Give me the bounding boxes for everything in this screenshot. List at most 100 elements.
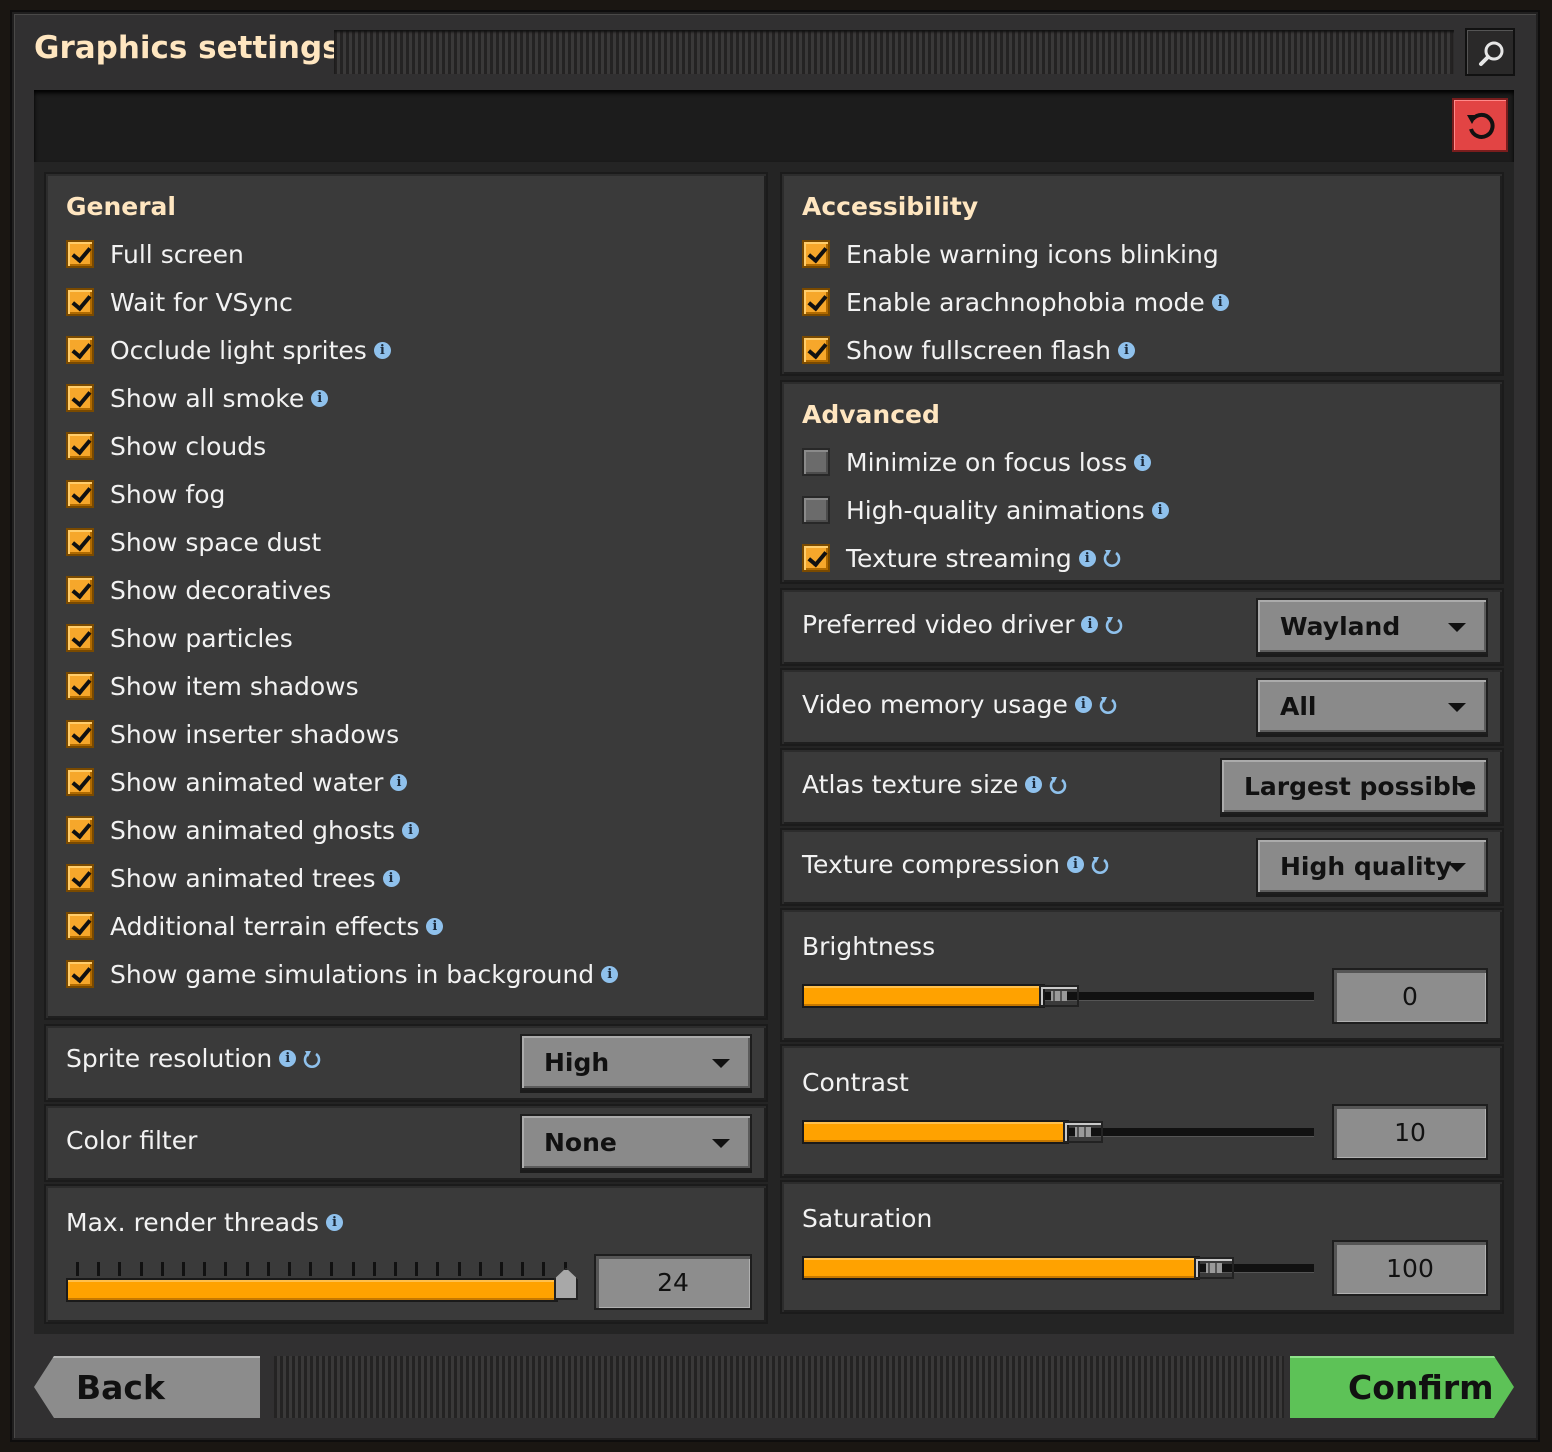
checkbox[interactable] [66,432,94,460]
info-icon[interactable]: i [1151,501,1169,519]
video-memory-label: Video memory usage i [802,690,1118,719]
info-icon[interactable]: i [1134,453,1152,471]
back-button[interactable]: Back [34,1356,260,1418]
info-icon[interactable]: i [1211,293,1229,311]
info-icon[interactable]: i [601,965,619,983]
title-drag-handle[interactable] [334,30,1454,74]
checkbox[interactable] [802,240,830,268]
contrast-input[interactable]: 10 [1332,1104,1488,1160]
saturation-slider-handle[interactable] [1194,1257,1234,1279]
checkbox-label: Show fog [110,479,226,509]
checkbox[interactable] [66,720,94,748]
advanced-heading: Advanced [802,400,940,429]
slider-tick [436,1262,440,1276]
contrast-row: Contrast 10 [782,1046,1502,1176]
checkbox-row-show-fullscreen-flash[interactable]: Show fullscreen flash i [802,330,1135,370]
checkbox-row-show-animated-trees[interactable]: Show animated trees i [66,858,400,898]
checkbox[interactable] [66,480,94,508]
info-icon[interactable]: i [1081,616,1099,633]
checkbox[interactable] [802,496,830,524]
search-button[interactable] [1465,28,1515,76]
checkbox-row-show-decoratives[interactable]: Show decoratives [66,570,331,610]
info-icon[interactable]: i [426,917,444,935]
checkbox-row-show-animated-water[interactable]: Show animated water i [66,762,408,802]
sprite-resolution-dropdown[interactable]: High [520,1034,752,1090]
confirm-button[interactable]: Confirm [1290,1356,1514,1418]
checkbox-row-minimize-on-focus-loss[interactable]: Minimize on focus loss i [802,442,1152,482]
render-threads-input[interactable]: 24 [594,1254,752,1310]
info-icon[interactable]: i [1066,856,1084,873]
checkbox-row-occlude-light-sprites[interactable]: Occlude light sprites i [66,330,391,370]
checkbox[interactable] [66,624,94,652]
checkbox-row-enable-arachnophobia-mode[interactable]: Enable arachnophobia mode i [802,282,1229,322]
checkbox-row-show-item-shadows[interactable]: Show item shadows [66,666,359,706]
info-icon[interactable]: i [1117,341,1135,359]
checkbox-row-show-inserter-shadows[interactable]: Show inserter shadows [66,714,399,754]
checkbox[interactable] [66,240,94,268]
info-icon[interactable]: i [402,821,420,839]
color-filter-dropdown[interactable]: None [520,1114,752,1170]
checkbox[interactable] [802,544,830,572]
checkbox[interactable] [66,672,94,700]
info-icon[interactable]: i [382,869,400,887]
texture-compression-dropdown[interactable]: High quality [1256,838,1488,894]
checkbox-row-show-animated-ghosts[interactable]: Show animated ghosts i [66,810,420,850]
render-threads-text: Max. render threads [66,1208,319,1237]
info-icon[interactable]: i [325,1214,343,1231]
checkbox-row-show-space-dust[interactable]: Show space dust [66,522,321,562]
checkbox[interactable] [66,960,94,988]
slider-tick [182,1262,185,1276]
info-icon[interactable]: i [390,773,408,791]
checkbox[interactable] [66,768,94,796]
saturation-input[interactable]: 100 [1332,1240,1488,1296]
footer-drag-handle[interactable] [274,1356,1284,1418]
checkbox[interactable] [66,816,94,844]
checkbox-row-additional-terrain-effects[interactable]: Additional terrain effects i [66,906,444,946]
checkbox-row-enable-warning-icons-blinking[interactable]: Enable warning icons blinking [802,234,1219,274]
checkbox-row-show-clouds[interactable]: Show clouds [66,426,266,466]
checkbox-row-show-all-smoke[interactable]: Show all smoke i [66,378,329,418]
checkbox-row-full-screen[interactable]: Full screen [66,234,244,274]
checkbox-label: Texture streaming [846,543,1072,573]
info-icon[interactable]: i [1078,549,1096,567]
atlas-size-dropdown[interactable]: Largest possible [1220,758,1488,814]
accessibility-heading: Accessibility [802,192,979,221]
info-icon[interactable]: i [311,389,329,407]
render-threads-label: Max. render threads i [66,1208,343,1237]
checkbox-row-show-fog[interactable]: Show fog [66,474,225,514]
checkbox[interactable] [66,528,94,556]
checkbox-label: Show inserter shadows [110,719,400,749]
brightness-input[interactable]: 0 [1332,968,1488,1024]
brightness-slider-handle[interactable] [1039,985,1079,1007]
checkbox[interactable] [66,912,94,940]
atlas-size-value: Largest possible [1244,771,1477,801]
slider-tick [309,1262,313,1276]
checkbox[interactable] [66,576,94,604]
contrast-slider-handle[interactable] [1063,1121,1103,1143]
render-threads-slider-handle[interactable] [554,1268,578,1300]
checkbox[interactable] [66,384,94,412]
info-icon[interactable]: i [1074,696,1092,713]
info-icon[interactable]: i [279,1050,297,1067]
checkbox[interactable] [66,864,94,892]
video-memory-dropdown[interactable]: All [1256,678,1488,734]
checkbox[interactable] [66,288,94,316]
checkbox-row-show-particles[interactable]: Show particles [66,618,293,658]
checkbox-row-show-game-simulations-in-background[interactable]: Show game simulations in background i [66,954,619,994]
checkbox-row-texture-streaming[interactable]: Texture streaming i [802,538,1122,578]
slider-tick [266,1262,270,1276]
reset-to-defaults-button[interactable] [1452,98,1508,152]
slider-tick [457,1262,461,1276]
info-icon[interactable]: i [373,341,391,359]
checkbox[interactable] [802,336,830,364]
video-driver-dropdown[interactable]: Wayland [1256,598,1488,654]
chevron-down-icon [1448,703,1466,712]
checkbox-row-high-quality-animations[interactable]: High-quality animations i [802,490,1169,530]
checkbox-label: Show animated ghosts [110,815,396,845]
checkbox[interactable] [802,448,830,476]
checkbox-row-wait-for-vsync[interactable]: Wait for VSync [66,282,293,322]
info-icon[interactable]: i [1025,776,1043,793]
restart-required-icon [1104,615,1124,635]
checkbox[interactable] [802,288,830,316]
checkbox[interactable] [66,336,94,364]
